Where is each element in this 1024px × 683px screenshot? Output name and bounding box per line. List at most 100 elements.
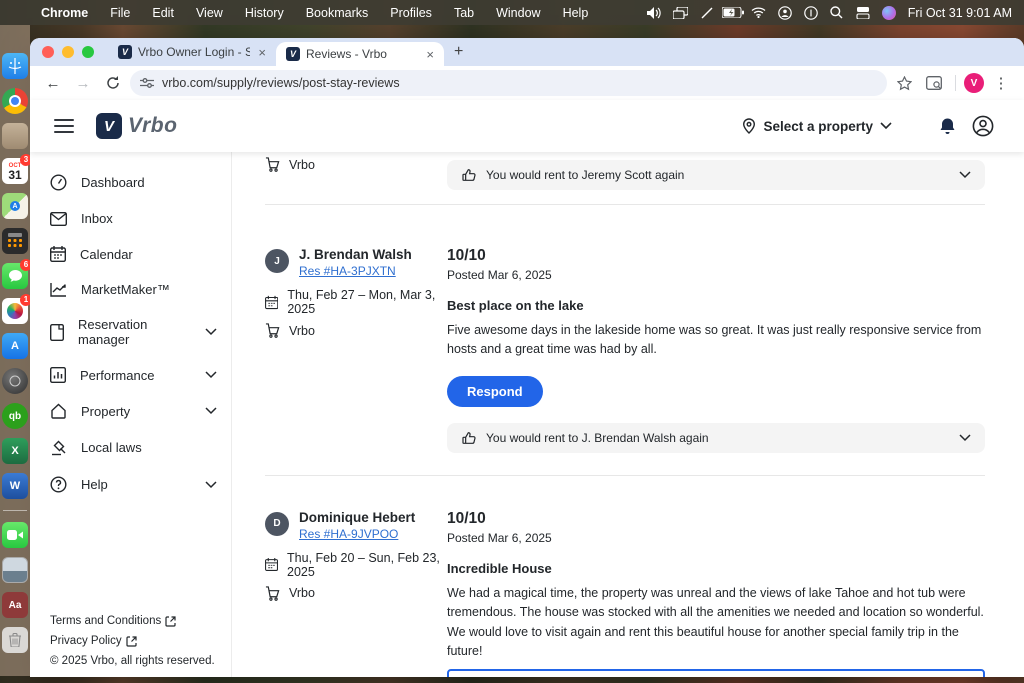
- sidebar-item-calendar[interactable]: Calendar: [30, 236, 231, 272]
- sidebar-item-reservation-manager[interactable]: Reservation manager: [30, 307, 231, 357]
- notifications-bell-icon[interactable]: [932, 117, 962, 136]
- address-bar[interactable]: vrbo.com/supply/reviews/post-stay-review…: [130, 70, 887, 96]
- sidebar-item-help[interactable]: Help: [30, 466, 231, 503]
- profile-avatar[interactable]: V: [964, 73, 984, 93]
- dock-chrome-icon[interactable]: [2, 88, 28, 114]
- tab-reviews-vrbo[interactable]: V Reviews - Vrbo ×: [276, 42, 444, 66]
- dock-word-icon[interactable]: W: [2, 473, 28, 499]
- wifi-icon[interactable]: [746, 7, 772, 18]
- chevron-down-icon: [205, 328, 217, 336]
- menu-file[interactable]: File: [99, 6, 141, 20]
- tab-vrbo-owner-login[interactable]: V Vrbo Owner Login - Sign in t ×: [108, 38, 276, 66]
- dashboard-icon: [50, 174, 67, 191]
- side-panel-icon[interactable]: [921, 70, 947, 96]
- menu-edit[interactable]: Edit: [141, 6, 185, 20]
- sidebar: Dashboard Inbox Calendar MarketMaker™ Re…: [30, 152, 232, 677]
- sidebar-item-performance[interactable]: Performance: [30, 357, 231, 393]
- rent-again-accordion[interactable]: You would rent to J. Brendan Walsh again: [447, 423, 985, 453]
- menu-view[interactable]: View: [185, 6, 234, 20]
- dock-calculator-icon[interactable]: [2, 228, 28, 254]
- menu-window[interactable]: Window: [485, 6, 551, 20]
- sidebar-footer: Terms and Conditions Privacy Policy © 20…: [30, 615, 229, 667]
- traffic-lights: [42, 46, 94, 58]
- reservation-link[interactable]: Res #HA-9JVPOO: [299, 527, 398, 541]
- account-icon[interactable]: [968, 115, 998, 137]
- dock-messages-icon[interactable]: 6: [2, 263, 28, 289]
- browser-window: V Vrbo Owner Login - Sign in t × V Revie…: [30, 38, 1024, 677]
- calendar-icon: [265, 557, 278, 572]
- keyboard-switcher-icon[interactable]: [850, 7, 876, 19]
- close-window-button[interactable]: [42, 46, 54, 58]
- menu-profiles[interactable]: Profiles: [379, 6, 443, 20]
- dock-quickbooks-icon[interactable]: qb: [2, 403, 28, 429]
- dock-appstore-icon[interactable]: A: [2, 333, 28, 359]
- dock-settings-icon[interactable]: [2, 368, 28, 394]
- menu-help[interactable]: Help: [552, 6, 600, 20]
- zoom-window-button[interactable]: [82, 46, 94, 58]
- sidebar-label: MarketMaker™: [81, 282, 217, 297]
- menu-bookmarks[interactable]: Bookmarks: [295, 6, 380, 20]
- vrbo-favicon: V: [118, 45, 132, 59]
- menu-chrome[interactable]: Chrome: [30, 6, 99, 20]
- accordion-label: You would rent to Jeremy Scott again: [486, 168, 950, 182]
- user-circle-icon[interactable]: [772, 6, 798, 20]
- dock-maps-icon[interactable]: A: [2, 193, 28, 219]
- chevron-down-icon: [880, 122, 892, 130]
- new-tab-button[interactable]: +: [454, 43, 463, 61]
- hamburger-menu-icon[interactable]: [54, 119, 74, 133]
- sidebar-item-inbox[interactable]: Inbox: [30, 201, 231, 236]
- dock-screenshot-thumbnail[interactable]: [2, 557, 28, 583]
- guest-name: J. Brendan Walsh: [299, 247, 412, 262]
- dock-trash-icon[interactable]: [2, 627, 28, 653]
- bookmark-star-icon[interactable]: [891, 70, 917, 96]
- tab-close-icon[interactable]: ×: [256, 45, 268, 60]
- menubar-clock[interactable]: Fri Oct 31 9:01 AM: [908, 6, 1012, 20]
- privacy-link[interactable]: Privacy Policy: [50, 635, 215, 647]
- select-property-label: Select a property: [763, 119, 873, 134]
- sidebar-label: Reservation manager: [78, 317, 191, 347]
- respond-button[interactable]: Respond: [447, 376, 543, 407]
- back-icon[interactable]: ←: [40, 70, 66, 96]
- dock-excel-icon[interactable]: X: [2, 438, 28, 464]
- chevron-down-icon: [205, 371, 217, 379]
- show-less-link[interactable]: Show less: [455, 676, 512, 677]
- privacy-label: Privacy Policy: [50, 635, 122, 647]
- sidebar-item-dashboard[interactable]: Dashboard: [30, 164, 231, 201]
- dock-finder-icon[interactable]: [2, 53, 28, 79]
- dock-fontbook-icon[interactable]: Aa: [2, 592, 28, 618]
- sidebar-item-property[interactable]: Property: [30, 393, 231, 429]
- review-score: 10/10: [447, 510, 985, 528]
- siri-icon[interactable]: [876, 6, 902, 20]
- sidebar-item-local-laws[interactable]: Local laws: [30, 429, 231, 466]
- screen-mirroring-icon[interactable]: [668, 7, 694, 19]
- pen-icon[interactable]: [694, 7, 720, 19]
- select-property-dropdown[interactable]: Select a property: [742, 118, 892, 134]
- reservation-link[interactable]: Res #HA-3PJXTN: [299, 264, 396, 278]
- thumbs-up-icon: [461, 430, 477, 446]
- sidebar-item-marketmaker[interactable]: MarketMaker™: [30, 272, 231, 307]
- menu-history[interactable]: History: [234, 6, 295, 20]
- menu-tab[interactable]: Tab: [443, 6, 485, 20]
- minimize-window-button[interactable]: [62, 46, 74, 58]
- shortcut-circle-icon[interactable]: [798, 6, 824, 20]
- dock-notes-icon[interactable]: [2, 123, 28, 149]
- url-text[interactable]: vrbo.com/supply/reviews/post-stay-review…: [162, 76, 877, 90]
- site-settings-icon[interactable]: [140, 77, 154, 89]
- trend-chart-icon: [50, 282, 67, 297]
- vrbo-logo[interactable]: V Vrbo: [96, 113, 177, 139]
- tab-close-icon[interactable]: ×: [424, 47, 436, 62]
- terms-link[interactable]: Terms and Conditions: [50, 615, 215, 627]
- forward-icon[interactable]: →: [70, 70, 96, 96]
- guest-name: Dominique Hebert: [299, 510, 415, 525]
- battery-icon[interactable]: [720, 7, 746, 18]
- chrome-menu-icon[interactable]: ⋮: [988, 70, 1014, 96]
- vrbo-logo-mark: V: [96, 113, 122, 139]
- spotlight-search-icon[interactable]: [824, 6, 850, 19]
- reload-icon[interactable]: [100, 70, 126, 96]
- dock-facetime-icon[interactable]: [2, 522, 28, 548]
- channel-label: Vrbo: [289, 324, 315, 338]
- dock-photos-icon[interactable]: 1: [2, 298, 28, 324]
- rent-again-accordion[interactable]: You would rent to Jeremy Scott again: [447, 160, 985, 190]
- dock-calendar-icon[interactable]: OCT 31 3: [2, 158, 28, 184]
- volume-icon[interactable]: [642, 7, 668, 19]
